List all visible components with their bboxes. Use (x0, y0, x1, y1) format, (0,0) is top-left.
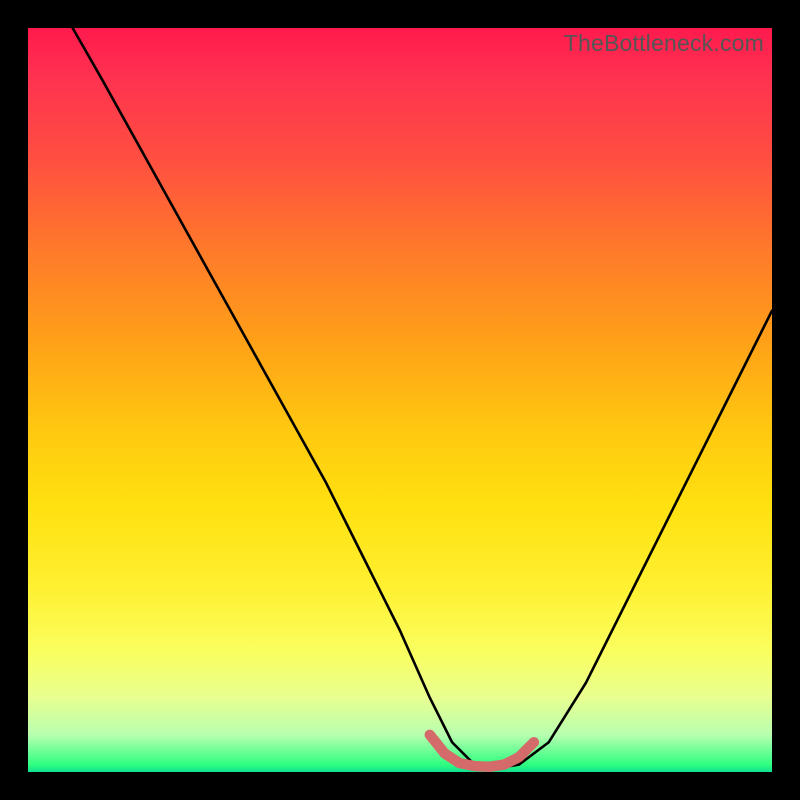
plot-area: TheBottleneck.com (28, 28, 772, 772)
watermark-text: TheBottleneck.com (564, 30, 764, 57)
frame: TheBottleneck.com (0, 0, 800, 800)
bottleneck-curve (73, 28, 772, 768)
bottom-highlight (430, 735, 534, 767)
chart-svg (28, 28, 772, 772)
